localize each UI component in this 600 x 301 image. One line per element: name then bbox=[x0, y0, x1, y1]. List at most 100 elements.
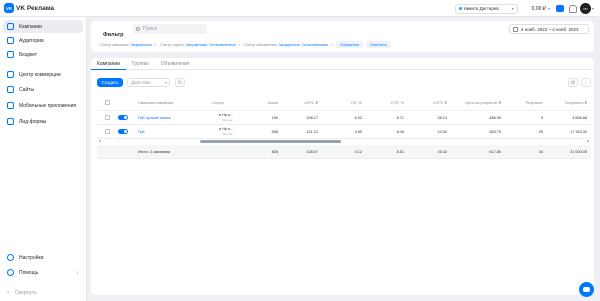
collapse-sidebar-button[interactable]: « Свернуть bbox=[7, 290, 37, 296]
balance[interactable]: 0,00 ₽ ▾ bbox=[532, 6, 550, 12]
cell-ctr: 8.49 bbox=[396, 129, 404, 134]
support-chat-button[interactable] bbox=[579, 282, 594, 297]
commerce-icon bbox=[7, 71, 14, 78]
total-cr: 4.12 bbox=[354, 149, 362, 154]
row-checkbox[interactable] bbox=[105, 111, 110, 124]
total-result: 34 bbox=[538, 149, 543, 154]
table-row[interactable]: Гмб лучшие минск На п... Нет ак... 150 2… bbox=[97, 111, 591, 125]
mobile-apps-icon bbox=[7, 102, 14, 109]
cell-cost-per-result: 683.75 bbox=[489, 129, 501, 134]
cell-result: 25 bbox=[538, 129, 543, 134]
filter-title: Фильтр bbox=[103, 32, 124, 38]
total-spent: 21 000.00 bbox=[570, 149, 587, 154]
campaign-name-link[interactable]: Гмб лучшие минск bbox=[138, 111, 208, 124]
campaigns-icon bbox=[7, 23, 14, 30]
cell-spent: 17 343.32 bbox=[570, 129, 587, 134]
account-selector[interactable]: Никита Дегтярев ▾ bbox=[454, 3, 518, 14]
filter-panel: Фильтр Поиск 4 нояб. 2022 – 4 нояб. 2023… bbox=[91, 21, 594, 52]
gear-icon[interactable]: ⚙ bbox=[568, 78, 578, 87]
cell-cr: 3.59 bbox=[354, 129, 362, 134]
header-right: Никита Дегтярев ▾ 0,00 ₽ ▾ ИП ▾ bbox=[454, 2, 594, 15]
chevron-down-icon: ▾ bbox=[164, 80, 167, 85]
collapse-label: Свернуть bbox=[14, 290, 37, 296]
close-icon[interactable]: × bbox=[154, 43, 156, 47]
notifications-icon[interactable] bbox=[568, 4, 577, 13]
tab-groups[interactable]: Группы bbox=[126, 58, 155, 70]
sidebar-item-budget[interactable]: Бюджет bbox=[3, 48, 83, 61]
row-checkbox[interactable] bbox=[105, 125, 110, 138]
column-header-cost-per-result[interactable]: Цена за результат ₽ bbox=[449, 95, 501, 110]
search-icon bbox=[136, 27, 140, 31]
create-button[interactable]: Создать bbox=[97, 78, 123, 87]
close-icon[interactable]: × bbox=[238, 43, 240, 47]
filter-chips: Статус кампании: Запущенные × Статус гру… bbox=[100, 41, 394, 48]
refresh-icon[interactable]: ↻ bbox=[175, 78, 185, 87]
cell-ecpc: 121.12 bbox=[306, 129, 318, 134]
date-range-picker[interactable]: 4 нояб. 2022 – 4 нояб. 2023 bbox=[509, 24, 589, 34]
sidebar-item-sites[interactable]: Сайты bbox=[3, 83, 83, 96]
help-icon bbox=[7, 269, 14, 276]
account-status-dot bbox=[458, 7, 462, 10]
campaign-status: На п... Нет ак... bbox=[219, 125, 247, 138]
tab-ads[interactable]: Объявления bbox=[155, 58, 196, 70]
table-total-row: Итого: 2 кампании 826 138.07 4.12 8.51 2… bbox=[97, 145, 591, 159]
sidebar: Кампании Аудитории Бюджет Центр коммерци… bbox=[0, 17, 87, 301]
avatar[interactable]: ИП bbox=[579, 3, 591, 14]
top-bar: VK VK Реклама Никита Дегтярев ▾ 0,00 ₽ ▾… bbox=[0, 0, 600, 17]
sidebar-item-campaigns[interactable]: Кампании bbox=[3, 20, 83, 33]
lead-forms-icon bbox=[7, 118, 14, 125]
column-header-ecpc-2[interactable]: eCPC ₽ bbox=[412, 95, 447, 110]
campaigns-table: Название кампании Статус Клики eCPC ₽ CR… bbox=[97, 95, 591, 159]
cell-clicks: 150 bbox=[271, 115, 278, 120]
filter-chip-group-status[interactable]: Статус группы: Запущенные, Остановленные… bbox=[160, 43, 240, 47]
campaign-toggle[interactable] bbox=[118, 111, 128, 124]
campaign-name-link[interactable]: Гмб bbox=[138, 125, 208, 138]
column-header-status[interactable]: Статус bbox=[212, 95, 237, 110]
table-row[interactable]: Гмб На п... Нет ак... 696 121.12 3.59 8.… bbox=[97, 125, 591, 139]
campaign-status: На п... Нет ак... bbox=[219, 111, 247, 124]
actions-dropdown[interactable]: Действия ▾ bbox=[127, 78, 170, 87]
sidebar-item-label: Лид-формы bbox=[19, 118, 47, 125]
sidebar-item-audiences[interactable]: Аудитории bbox=[3, 34, 83, 47]
sidebar-item-label: Аудитории bbox=[19, 37, 44, 44]
scroll-right-icon[interactable]: ▸ bbox=[587, 138, 589, 143]
clear-filter-button[interactable]: Очистить bbox=[366, 41, 391, 48]
filter-chip-campaign-status[interactable]: Статус кампании: Запущенные × bbox=[100, 43, 156, 47]
total-cost-per-result: 617.85 bbox=[489, 149, 501, 154]
sidebar-item-label: Кампании bbox=[19, 23, 42, 30]
column-header-spent[interactable]: Потрачено ₽ bbox=[549, 95, 587, 110]
status-dot-icon bbox=[219, 114, 221, 116]
sidebar-item-mobile-apps[interactable]: Мобильные приложения bbox=[3, 99, 83, 112]
save-filter-button[interactable]: Сохранить bbox=[336, 41, 364, 48]
sidebar-item-help[interactable]: Помощь › bbox=[3, 266, 83, 279]
sidebar-item-lead-forms[interactable]: Лид-формы bbox=[3, 115, 83, 128]
column-header-result[interactable]: Результат bbox=[507, 95, 543, 110]
filter-chip-ad-status[interactable]: Статус объявления: Запущенные, Остановле… bbox=[244, 43, 333, 47]
app-logo[interactable]: VK VK Реклама bbox=[4, 3, 54, 13]
cell-cost-per-result: 486.30 bbox=[489, 115, 501, 120]
calendar-icon bbox=[513, 26, 518, 32]
scrollbar-thumb[interactable] bbox=[200, 140, 341, 143]
column-header-ctr[interactable]: CTR, % bbox=[374, 95, 404, 110]
column-header-clicks[interactable]: Клики bbox=[257, 95, 278, 110]
sidebar-item-label: Центр коммерции bbox=[19, 71, 61, 78]
tab-campaigns[interactable]: Кампании bbox=[91, 58, 126, 70]
status-dot-icon bbox=[219, 128, 221, 130]
chevron-down-icon[interactable]: ▾ bbox=[592, 6, 594, 11]
sidebar-item-commerce[interactable]: Центр коммерции bbox=[3, 68, 83, 81]
column-header-name[interactable]: Название кампании bbox=[138, 95, 206, 110]
sidebar-item-settings[interactable]: Настройки bbox=[3, 251, 83, 264]
column-header-ecpc[interactable]: eCPC ₽ bbox=[287, 95, 318, 110]
download-icon[interactable]: ↓ bbox=[581, 78, 591, 87]
scroll-left-icon[interactable]: ◂ bbox=[99, 138, 101, 143]
column-header-cr[interactable]: CR, % bbox=[332, 95, 362, 110]
search-input[interactable]: Поиск bbox=[133, 24, 207, 34]
cell-clicks: 696 bbox=[271, 129, 278, 134]
sidebar-item-label: Помощь bbox=[19, 269, 39, 276]
campaign-toggle[interactable] bbox=[118, 125, 128, 138]
wallet-icon[interactable] bbox=[555, 5, 564, 12]
total-ecpc: 138.07 bbox=[306, 149, 318, 154]
budget-icon bbox=[7, 51, 14, 58]
close-icon[interactable]: × bbox=[330, 43, 332, 47]
select-all-checkbox[interactable] bbox=[105, 95, 110, 110]
